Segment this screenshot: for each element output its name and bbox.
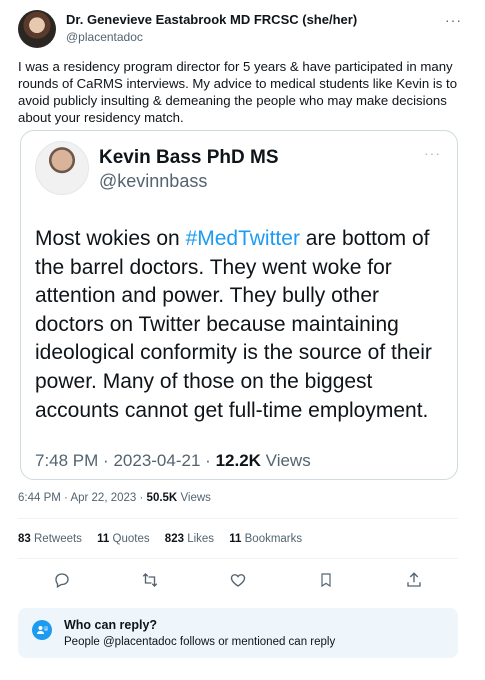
quoted-views-label: Views — [265, 451, 311, 470]
mention-icon: @ — [32, 620, 52, 640]
tweet-meta: 6:44 PM · Apr 22, 2023 · 50.5K Views — [18, 492, 211, 504]
avatar[interactable] — [18, 10, 56, 48]
likes-stat[interactable]: 823 Likes — [165, 533, 214, 545]
quoted-tweet-text: Most wokies on #MedTwitter are bottom of… — [35, 225, 451, 425]
quoted-author-name[interactable]: Kevin Bass PhD MS — [99, 147, 279, 169]
who-can-reply-title: Who can reply? — [64, 618, 158, 632]
quoted-time: 7:48 PM — [35, 451, 99, 470]
who-can-reply-box: @ Who can reply? People @placentadoc fol… — [18, 608, 458, 658]
quoted-text-start: Most wokies on — [35, 227, 186, 250]
quoted-avatar[interactable] — [35, 141, 89, 195]
author-handle[interactable]: @placentadoc — [66, 30, 143, 44]
quoted-date: 2023-04-21 — [113, 451, 201, 470]
divider — [18, 558, 458, 559]
tweet-header: Dr. Genevieve Eastabrook MD FRCSC (she/h… — [18, 10, 468, 50]
reply-icon[interactable] — [50, 568, 74, 592]
bookmarks-stat[interactable]: 11 Bookmarks — [229, 533, 302, 545]
divider — [18, 518, 458, 519]
tweet-text: I was a residency program director for 5… — [18, 59, 458, 125]
hashtag-link[interactable]: #MedTwitter — [186, 227, 300, 250]
more-options-icon[interactable]: ··· — [445, 12, 462, 28]
separator: · — [205, 451, 211, 470]
share-icon[interactable] — [402, 568, 426, 592]
views-count: 50.5K — [146, 492, 178, 504]
quotes-stat[interactable]: 11 Quotes — [97, 533, 149, 545]
likes-label: Likes — [187, 533, 215, 545]
retweet-icon[interactable] — [138, 568, 162, 592]
retweets-count: 83 — [18, 533, 31, 545]
separator: · — [103, 451, 109, 470]
quoted-tweet-meta: 7:48 PM · 2023-04-21 · 12.2K Views — [35, 451, 311, 471]
tweet-date[interactable]: Apr 22, 2023 — [70, 492, 136, 504]
engagement-stats: 83 Retweets 11 Quotes 823 Likes 11 Bookm… — [18, 533, 314, 553]
like-icon[interactable] — [226, 568, 250, 592]
separator: · — [64, 492, 68, 504]
retweets-label: Retweets — [34, 533, 82, 545]
likes-count: 823 — [164, 533, 184, 545]
views-label: Views — [180, 492, 211, 504]
quotes-label: Quotes — [112, 533, 150, 545]
quoted-tweet-card[interactable]: Kevin Bass PhD MS @kevinnbass ··· Most w… — [20, 130, 458, 480]
quoted-author-handle[interactable]: @kevinnbass — [99, 171, 207, 192]
tweet-time[interactable]: 6:44 PM — [18, 492, 61, 504]
quoted-text-end: are bottom of the barrel doctors. They w… — [35, 227, 432, 422]
author-name[interactable]: Dr. Genevieve Eastabrook MD FRCSC (she/h… — [66, 12, 357, 27]
bookmarks-count: 11 — [229, 533, 242, 545]
bookmark-icon[interactable] — [314, 568, 338, 592]
bookmarks-label: Bookmarks — [244, 533, 303, 545]
quoted-views-count: 12.2K — [215, 451, 261, 470]
action-bar — [18, 568, 458, 592]
svg-text:@: @ — [44, 626, 49, 632]
quotes-count: 11 — [97, 533, 110, 545]
who-can-reply-subtitle: People @placentadoc follows or mentioned… — [64, 636, 336, 648]
separator: · — [139, 492, 144, 504]
retweets-stat[interactable]: 83 Retweets — [18, 533, 82, 545]
quoted-more-options-icon[interactable]: ··· — [424, 145, 441, 161]
